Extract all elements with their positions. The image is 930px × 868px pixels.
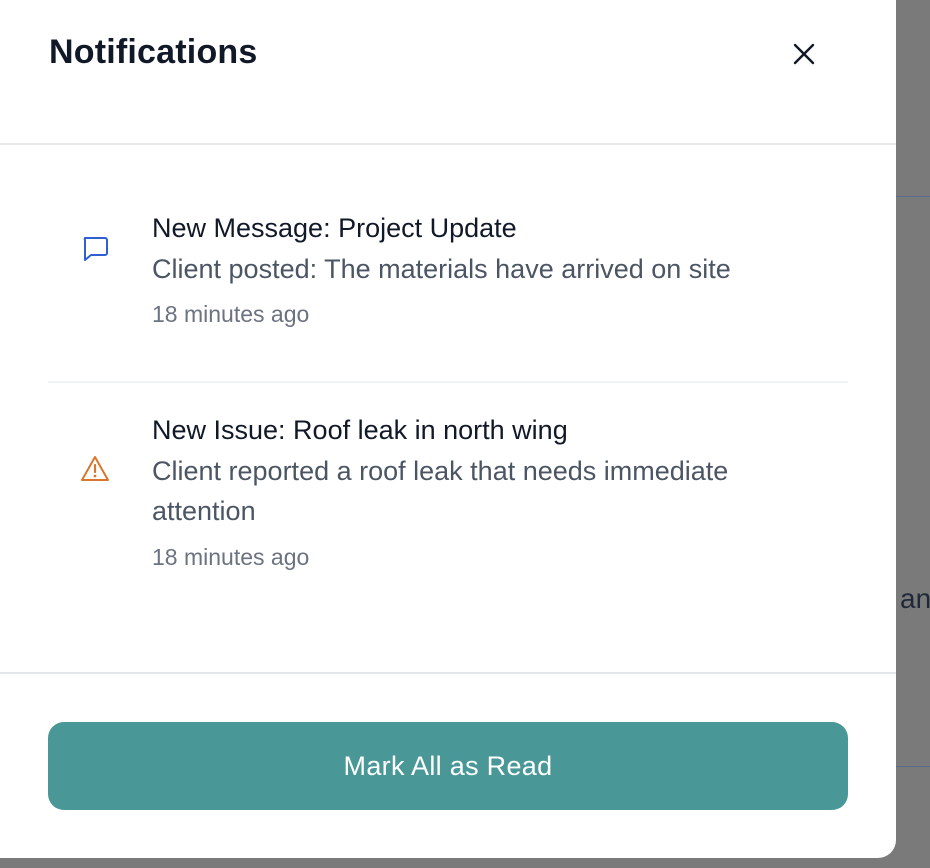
background-text: an <box>900 583 930 614</box>
notification-item[interactable]: New Issue: Roof leak in north wing Clien… <box>48 383 848 633</box>
close-button[interactable] <box>786 36 822 72</box>
mark-all-read-button[interactable]: Mark All as Read <box>48 722 848 810</box>
background-divider <box>896 196 930 197</box>
notification-time: 18 minutes ago <box>152 301 310 327</box>
panel-header: Notifications <box>0 0 896 145</box>
warning-icon <box>81 456 109 481</box>
notifications-panel: Notifications New Message: Project Updat… <box>0 0 896 858</box>
message-icon <box>83 237 108 261</box>
notification-item[interactable]: New Message: Project Update Client poste… <box>48 165 848 383</box>
notification-time: 18 minutes ago <box>152 544 310 570</box>
panel-title: Notifications <box>49 33 258 71</box>
notification-title: New Issue: Roof leak in north wing <box>152 415 568 445</box>
background-divider <box>896 766 930 767</box>
close-icon <box>793 43 815 65</box>
notification-description: Client reported a roof leak that needs i… <box>152 456 729 526</box>
notification-title: New Message: Project Update <box>152 213 517 243</box>
panel-footer: Mark All as Read <box>0 672 896 858</box>
notification-description: Client posted: The materials have arrive… <box>152 254 731 284</box>
